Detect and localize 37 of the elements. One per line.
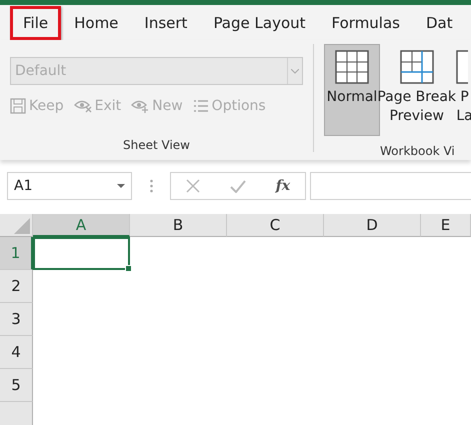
column-header[interactable]: E: [421, 214, 471, 237]
column-header[interactable]: A: [33, 214, 130, 237]
ribbon-tab[interactable]: Insert: [131, 6, 200, 40]
check-icon[interactable]: [230, 180, 246, 192]
eye-cross-icon: [74, 99, 92, 113]
active-cell[interactable]: [33, 237, 130, 270]
fill-handle[interactable]: [125, 265, 132, 272]
close-icon[interactable]: [186, 179, 200, 193]
column-header[interactable]: B: [130, 214, 227, 237]
eye-plus-icon: [131, 99, 150, 113]
list-icon: [192, 99, 209, 113]
caret-icon: [117, 184, 125, 188]
grid-icon: [335, 50, 369, 84]
select-all-corner-icon[interactable]: [14, 218, 30, 234]
name-box[interactable]: A1: [7, 172, 132, 200]
ribbon-tab[interactable]: File: [10, 6, 62, 40]
column-header[interactable]: C: [227, 214, 324, 237]
group-label: Sheet View: [122, 138, 191, 152]
insert-function-button[interactable]: fx: [276, 178, 290, 194]
group-label: Workbook Vi: [379, 144, 456, 158]
row-header[interactable]: 5: [0, 369, 33, 402]
row-header[interactable]: 2: [0, 270, 33, 303]
save-icon: [10, 98, 26, 114]
ribbon-tab[interactable]: Page Layout: [200, 6, 319, 40]
row-header[interactable]: 3: [0, 303, 33, 336]
row-header[interactable]: 4: [0, 336, 33, 369]
page-icon: [456, 50, 468, 84]
ribbon-tab[interactable]: Dat: [412, 6, 466, 40]
view-button[interactable]: Normal: [324, 44, 380, 136]
formula-input[interactable]: [310, 172, 471, 200]
chevron-down-icon: [291, 68, 299, 74]
row-header[interactable]: 1: [0, 237, 33, 270]
ribbon-tab[interactable]: Home: [61, 6, 132, 40]
page-break-icon: [400, 50, 434, 84]
column-header[interactable]: D: [324, 214, 421, 237]
drag-handle-icon: [150, 179, 152, 193]
ribbon-tab[interactable]: Formulas: [318, 6, 413, 40]
